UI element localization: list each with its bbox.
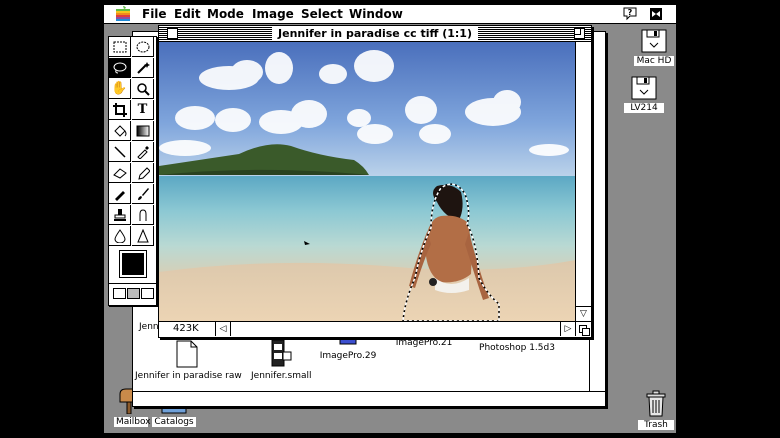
trash[interactable]: Trash <box>638 389 674 430</box>
disk-mac-hd[interactable]: Mac HD <box>634 29 674 66</box>
airbrush-tool[interactable] <box>109 184 131 204</box>
file-label: Photoshop 1.5d3 <box>479 343 555 353</box>
scroll-down-arrow-icon[interactable]: ▽ <box>576 306 591 321</box>
pencil-icon <box>137 166 150 180</box>
eyedropper-tool[interactable] <box>132 142 154 162</box>
document-title: Jennifer in paradise cc tiff (1:1) <box>272 26 478 41</box>
pencil-tool[interactable] <box>132 163 154 183</box>
ellipse-tool[interactable] <box>132 37 154 57</box>
apple-menu-icon[interactable] <box>116 6 130 21</box>
menu-edit[interactable]: Edit <box>174 7 201 21</box>
paintbrush-icon <box>137 187 149 200</box>
zoom-tool[interactable] <box>132 79 154 99</box>
blur-tool[interactable] <box>109 226 131 246</box>
paint-bucket-tool[interactable] <box>109 121 131 141</box>
file-jennifer-raw[interactable]: Jennifer in paradise raw <box>135 340 242 381</box>
standard-screen-mode-icon[interactable] <box>113 288 126 299</box>
file-imagepro-29[interactable]: ImagePro.29 <box>313 333 383 361</box>
file-label: ImagePro.21 <box>395 338 453 348</box>
help-balloon-icon[interactable]: ? <box>623 6 637 21</box>
sharpen-triangle-icon <box>136 228 149 242</box>
disk-label: LV214 <box>624 103 664 113</box>
full-screen-menubar-mode-icon[interactable] <box>127 288 140 299</box>
floppy-disk-icon <box>641 29 667 53</box>
magic-wand-tool[interactable] <box>132 58 154 78</box>
line-tool[interactable] <box>109 142 131 162</box>
eraser-icon <box>112 167 127 179</box>
document-icon <box>176 340 198 368</box>
trash-label: Trash <box>638 420 674 430</box>
beach-photo-image <box>159 42 576 321</box>
menu-window[interactable]: Window <box>349 7 403 21</box>
stamp-icon <box>113 208 126 221</box>
hand-tool[interactable]: ✋ <box>109 79 131 99</box>
scroll-right-arrow-icon[interactable]: ▷ <box>560 322 575 336</box>
disk-label: Mac HD <box>634 56 674 66</box>
type-tool[interactable]: T <box>132 100 154 120</box>
full-screen-mode-icon[interactable] <box>141 288 154 299</box>
airbrush-icon <box>114 190 125 201</box>
marquee-tool[interactable] <box>109 37 131 57</box>
scroll-left-arrow-icon[interactable]: ◁ <box>215 322 231 336</box>
catalogs-label: Catalogs <box>152 417 196 427</box>
close-box-icon[interactable] <box>167 28 178 39</box>
menu-mode[interactable]: Mode <box>207 7 244 21</box>
magnifier-icon <box>136 82 150 96</box>
zoom-box-icon[interactable] <box>574 28 585 39</box>
ellipse-marquee-icon <box>136 41 149 52</box>
crop-icon <box>112 102 127 117</box>
desktop: File Edit Mode Image Select Window ? Mac… <box>104 5 676 433</box>
smudge-tool[interactable] <box>132 205 154 225</box>
line-icon <box>113 145 126 158</box>
color-swatches[interactable] <box>119 250 147 278</box>
smudge-finger-icon <box>139 208 146 221</box>
gradient-tool[interactable] <box>132 121 154 141</box>
lasso-icon <box>113 62 126 73</box>
folder-horizontal-scrollbar[interactable] <box>133 391 605 406</box>
eraser-tool[interactable] <box>109 163 131 183</box>
gradient-icon <box>136 125 149 136</box>
water-drop-icon <box>113 228 126 243</box>
crop-tool[interactable] <box>109 100 131 120</box>
rubber-stamp-tool[interactable] <box>109 205 131 225</box>
document-title-bar[interactable]: Jennifer in paradise cc tiff (1:1) <box>159 26 591 42</box>
paintbrush-tool[interactable] <box>132 184 154 204</box>
floppy-disk-icon <box>631 76 657 100</box>
type-icon: T <box>137 102 148 117</box>
trash-icon <box>646 390 666 417</box>
film-icon <box>271 339 292 367</box>
menu-image[interactable]: Image <box>252 7 294 21</box>
file-label: ImagePro.29 <box>319 351 377 361</box>
eyedropper-icon <box>136 145 149 159</box>
menu-file[interactable]: File <box>142 7 167 21</box>
palette-divider <box>109 283 156 284</box>
file-label: Jennifer in paradise raw <box>135 371 242 381</box>
menu-bar: File Edit Mode Image Select Window ? <box>104 5 676 24</box>
file-jenn[interactable]: Jenn <box>139 322 159 332</box>
hand-icon: ✋ <box>111 81 128 96</box>
magic-wand-icon <box>136 61 150 74</box>
menu-select[interactable]: Select <box>301 7 343 21</box>
disk-lv214[interactable]: LV214 <box>624 76 664 113</box>
rectangle-marquee-icon <box>113 41 126 52</box>
svg-text:?: ? <box>628 8 633 17</box>
file-size-readout: 423K <box>173 323 199 334</box>
paint-bucket-icon <box>113 124 126 137</box>
lasso-tool[interactable] <box>109 58 131 78</box>
file-jennifer-small[interactable]: Jennifer.small <box>251 338 312 381</box>
mailbox-label: Mailbox <box>114 417 151 427</box>
sharpen-tool[interactable] <box>132 226 154 246</box>
size-box-icon[interactable] <box>575 322 591 336</box>
document-vertical-scrollbar[interactable]: ▽ <box>575 42 591 321</box>
photo-canvas[interactable] <box>159 42 576 321</box>
foreground-color-swatch[interactable] <box>122 253 144 275</box>
file-imagepro-21[interactable]: ImagePro.21 <box>389 338 459 348</box>
file-label: Jennifer.small <box>251 371 312 381</box>
document-status-bar: 423K ◁ ▷ <box>159 321 591 337</box>
tools-palette: ✋ T <box>108 36 157 306</box>
application-menu-icon[interactable] <box>649 6 663 21</box>
document-window[interactable]: Jennifer in paradise cc tiff (1:1) ▽ 423… <box>158 25 592 338</box>
file-label: Jenn <box>139 322 159 332</box>
